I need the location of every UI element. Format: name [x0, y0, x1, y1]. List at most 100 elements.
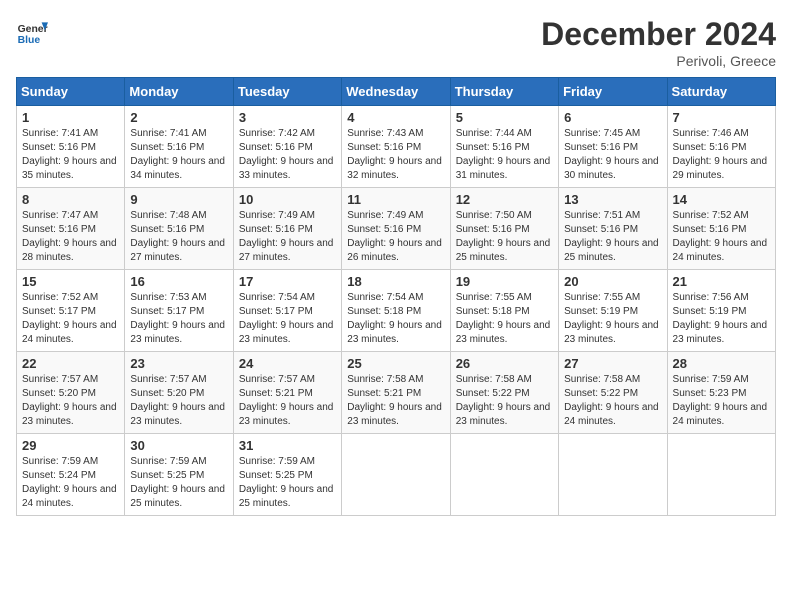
day-number: 3 [239, 110, 336, 125]
day-info: Sunrise: 7:51 AMSunset: 5:16 PMDaylight:… [564, 210, 659, 263]
day-info: Sunrise: 7:58 AMSunset: 5:22 PMDaylight:… [456, 374, 551, 427]
day-number: 20 [564, 274, 661, 289]
month-title: December 2024 [541, 16, 776, 53]
day-info: Sunrise: 7:58 AMSunset: 5:22 PMDaylight:… [564, 374, 659, 427]
day-number: 15 [22, 274, 119, 289]
day-info: Sunrise: 7:55 AMSunset: 5:18 PMDaylight:… [456, 292, 551, 345]
calendar-cell: 25Sunrise: 7:58 AMSunset: 5:21 PMDayligh… [342, 352, 450, 434]
calendar-cell: 26 Sunrise: 7:58 AMSunset: 5:22 PMDayligh… [450, 352, 558, 434]
day-number: 6 [564, 110, 661, 125]
week-row: 1 Sunrise: 7:41 AMSunset: 5:16 PMDaylight… [17, 106, 776, 188]
day-info: Sunrise: 7:57 AMSunset: 5:20 PMDaylight:… [22, 374, 117, 427]
day-number: 2 [130, 110, 227, 125]
day-number: 4 [347, 110, 444, 125]
calendar-cell: 10 Sunrise: 7:49 AMSunset: 5:16 PMDayligh… [233, 188, 341, 270]
day-number: 10 [239, 192, 336, 207]
day-number: 26 [456, 356, 553, 371]
calendar-cell: 29 Sunrise: 7:59 AMSunset: 5:24 PMDayligh… [17, 434, 125, 516]
day-number: 1 [22, 110, 119, 125]
day-info: Sunrise: 7:41 AMSunset: 5:16 PMDaylight:… [22, 128, 117, 181]
day-number: 24 [239, 356, 336, 371]
calendar-cell [342, 434, 450, 516]
day-number: 13 [564, 192, 661, 207]
weekday-header: Monday [125, 78, 233, 106]
calendar-cell: 9Sunrise: 7:48 AMSunset: 5:16 PMDaylight… [125, 188, 233, 270]
calendar-cell: 2 Sunrise: 7:41 AMSunset: 5:16 PMDaylight… [125, 106, 233, 188]
day-info: Sunrise: 7:52 AMSunset: 5:17 PMDaylight:… [22, 292, 117, 345]
day-info: Sunrise: 7:50 AMSunset: 5:16 PMDaylight:… [456, 210, 551, 263]
calendar-cell: 27 Sunrise: 7:58 AMSunset: 5:22 PMDayligh… [559, 352, 667, 434]
day-info: Sunrise: 7:59 AMSunset: 5:23 PMDaylight:… [673, 374, 768, 427]
week-row: 15 Sunrise: 7:52 AMSunset: 5:17 PMDayligh… [17, 270, 776, 352]
day-info: Sunrise: 7:56 AMSunset: 5:19 PMDaylight:… [673, 292, 768, 345]
day-number: 27 [564, 356, 661, 371]
calendar-table: SundayMondayTuesdayWednesdayThursdayFrid… [16, 77, 776, 516]
page-header: General Blue December 2024 Perivoli, Gre… [16, 16, 776, 69]
day-info: Sunrise: 7:45 AMSunset: 5:16 PMDaylight:… [564, 128, 659, 181]
calendar-cell: 12 Sunrise: 7:50 AMSunset: 5:16 PMDayligh… [450, 188, 558, 270]
day-info: Sunrise: 7:43 AMSunset: 5:16 PMDaylight:… [347, 128, 442, 181]
day-number: 28 [673, 356, 770, 371]
weekday-header: Sunday [17, 78, 125, 106]
calendar-cell: 19 Sunrise: 7:55 AMSunset: 5:18 PMDayligh… [450, 270, 558, 352]
day-number: 29 [22, 438, 119, 453]
calendar-cell: 1 Sunrise: 7:41 AMSunset: 5:16 PMDaylight… [17, 106, 125, 188]
calendar-cell: 4 Sunrise: 7:43 AMSunset: 5:16 PMDaylight… [342, 106, 450, 188]
day-info: Sunrise: 7:48 AMSunset: 5:16 PMDaylight:… [130, 210, 225, 263]
calendar-cell: 31Sunrise: 7:59 AMSunset: 5:25 PMDayligh… [233, 434, 341, 516]
weekday-header: Thursday [450, 78, 558, 106]
day-number: 31 [239, 438, 336, 453]
weekday-header-row: SundayMondayTuesdayWednesdayThursdayFrid… [17, 78, 776, 106]
calendar-cell [450, 434, 558, 516]
week-row: 29 Sunrise: 7:59 AMSunset: 5:24 PMDayligh… [17, 434, 776, 516]
day-info: Sunrise: 7:57 AMSunset: 5:21 PMDaylight:… [239, 374, 334, 427]
day-info: Sunrise: 7:53 AMSunset: 5:17 PMDaylight:… [130, 292, 225, 345]
day-info: Sunrise: 7:52 AMSunset: 5:16 PMDaylight:… [673, 210, 768, 263]
calendar-cell [667, 434, 775, 516]
calendar-cell: 28 Sunrise: 7:59 AMSunset: 5:23 PMDayligh… [667, 352, 775, 434]
day-number: 12 [456, 192, 553, 207]
calendar-cell: 8Sunrise: 7:47 AMSunset: 5:16 PMDaylight… [17, 188, 125, 270]
day-info: Sunrise: 7:59 AMSunset: 5:24 PMDaylight:… [22, 456, 117, 509]
calendar-cell: 24 Sunrise: 7:57 AMSunset: 5:21 PMDayligh… [233, 352, 341, 434]
day-info: Sunrise: 7:41 AMSunset: 5:16 PMDaylight:… [130, 128, 225, 181]
day-number: 19 [456, 274, 553, 289]
day-info: Sunrise: 7:49 AMSunset: 5:16 PMDaylight:… [347, 210, 442, 263]
day-number: 23 [130, 356, 227, 371]
calendar-cell: 6 Sunrise: 7:45 AMSunset: 5:16 PMDaylight… [559, 106, 667, 188]
day-info: Sunrise: 7:55 AMSunset: 5:19 PMDaylight:… [564, 292, 659, 345]
calendar-cell: 15 Sunrise: 7:52 AMSunset: 5:17 PMDayligh… [17, 270, 125, 352]
day-number: 11 [347, 192, 444, 207]
day-info: Sunrise: 7:47 AMSunset: 5:16 PMDaylight:… [22, 210, 117, 263]
day-info: Sunrise: 7:57 AMSunset: 5:20 PMDaylight:… [130, 374, 225, 427]
day-info: Sunrise: 7:49 AMSunset: 5:16 PMDaylight:… [239, 210, 334, 263]
calendar-cell: 11 Sunrise: 7:49 AMSunset: 5:16 PMDayligh… [342, 188, 450, 270]
calendar-cell: 16 Sunrise: 7:53 AMSunset: 5:17 PMDayligh… [125, 270, 233, 352]
calendar-cell [559, 434, 667, 516]
week-row: 22 Sunrise: 7:57 AMSunset: 5:20 PMDayligh… [17, 352, 776, 434]
calendar-cell: 14 Sunrise: 7:52 AMSunset: 5:16 PMDayligh… [667, 188, 775, 270]
calendar-cell: 17 Sunrise: 7:54 AMSunset: 5:17 PMDayligh… [233, 270, 341, 352]
calendar-cell: 23 Sunrise: 7:57 AMSunset: 5:20 PMDayligh… [125, 352, 233, 434]
calendar-cell: 20 Sunrise: 7:55 AMSunset: 5:19 PMDayligh… [559, 270, 667, 352]
day-number: 22 [22, 356, 119, 371]
weekday-header: Tuesday [233, 78, 341, 106]
day-info: Sunrise: 7:54 AMSunset: 5:18 PMDaylight:… [347, 292, 442, 345]
day-number: 14 [673, 192, 770, 207]
day-info: Sunrise: 7:42 AMSunset: 5:16 PMDaylight:… [239, 128, 334, 181]
weekday-header: Saturday [667, 78, 775, 106]
location-subtitle: Perivoli, Greece [541, 53, 776, 69]
weekday-header: Friday [559, 78, 667, 106]
day-info: Sunrise: 7:54 AMSunset: 5:17 PMDaylight:… [239, 292, 334, 345]
calendar-cell: 18 Sunrise: 7:54 AMSunset: 5:18 PMDayligh… [342, 270, 450, 352]
day-number: 17 [239, 274, 336, 289]
day-number: 16 [130, 274, 227, 289]
calendar-cell: 30Sunrise: 7:59 AMSunset: 5:25 PMDayligh… [125, 434, 233, 516]
day-info: Sunrise: 7:44 AMSunset: 5:16 PMDaylight:… [456, 128, 551, 181]
day-number: 18 [347, 274, 444, 289]
weekday-header: Wednesday [342, 78, 450, 106]
calendar-cell: 5 Sunrise: 7:44 AMSunset: 5:16 PMDaylight… [450, 106, 558, 188]
day-number: 5 [456, 110, 553, 125]
title-block: December 2024 Perivoli, Greece [541, 16, 776, 69]
calendar-cell: 22 Sunrise: 7:57 AMSunset: 5:20 PMDayligh… [17, 352, 125, 434]
